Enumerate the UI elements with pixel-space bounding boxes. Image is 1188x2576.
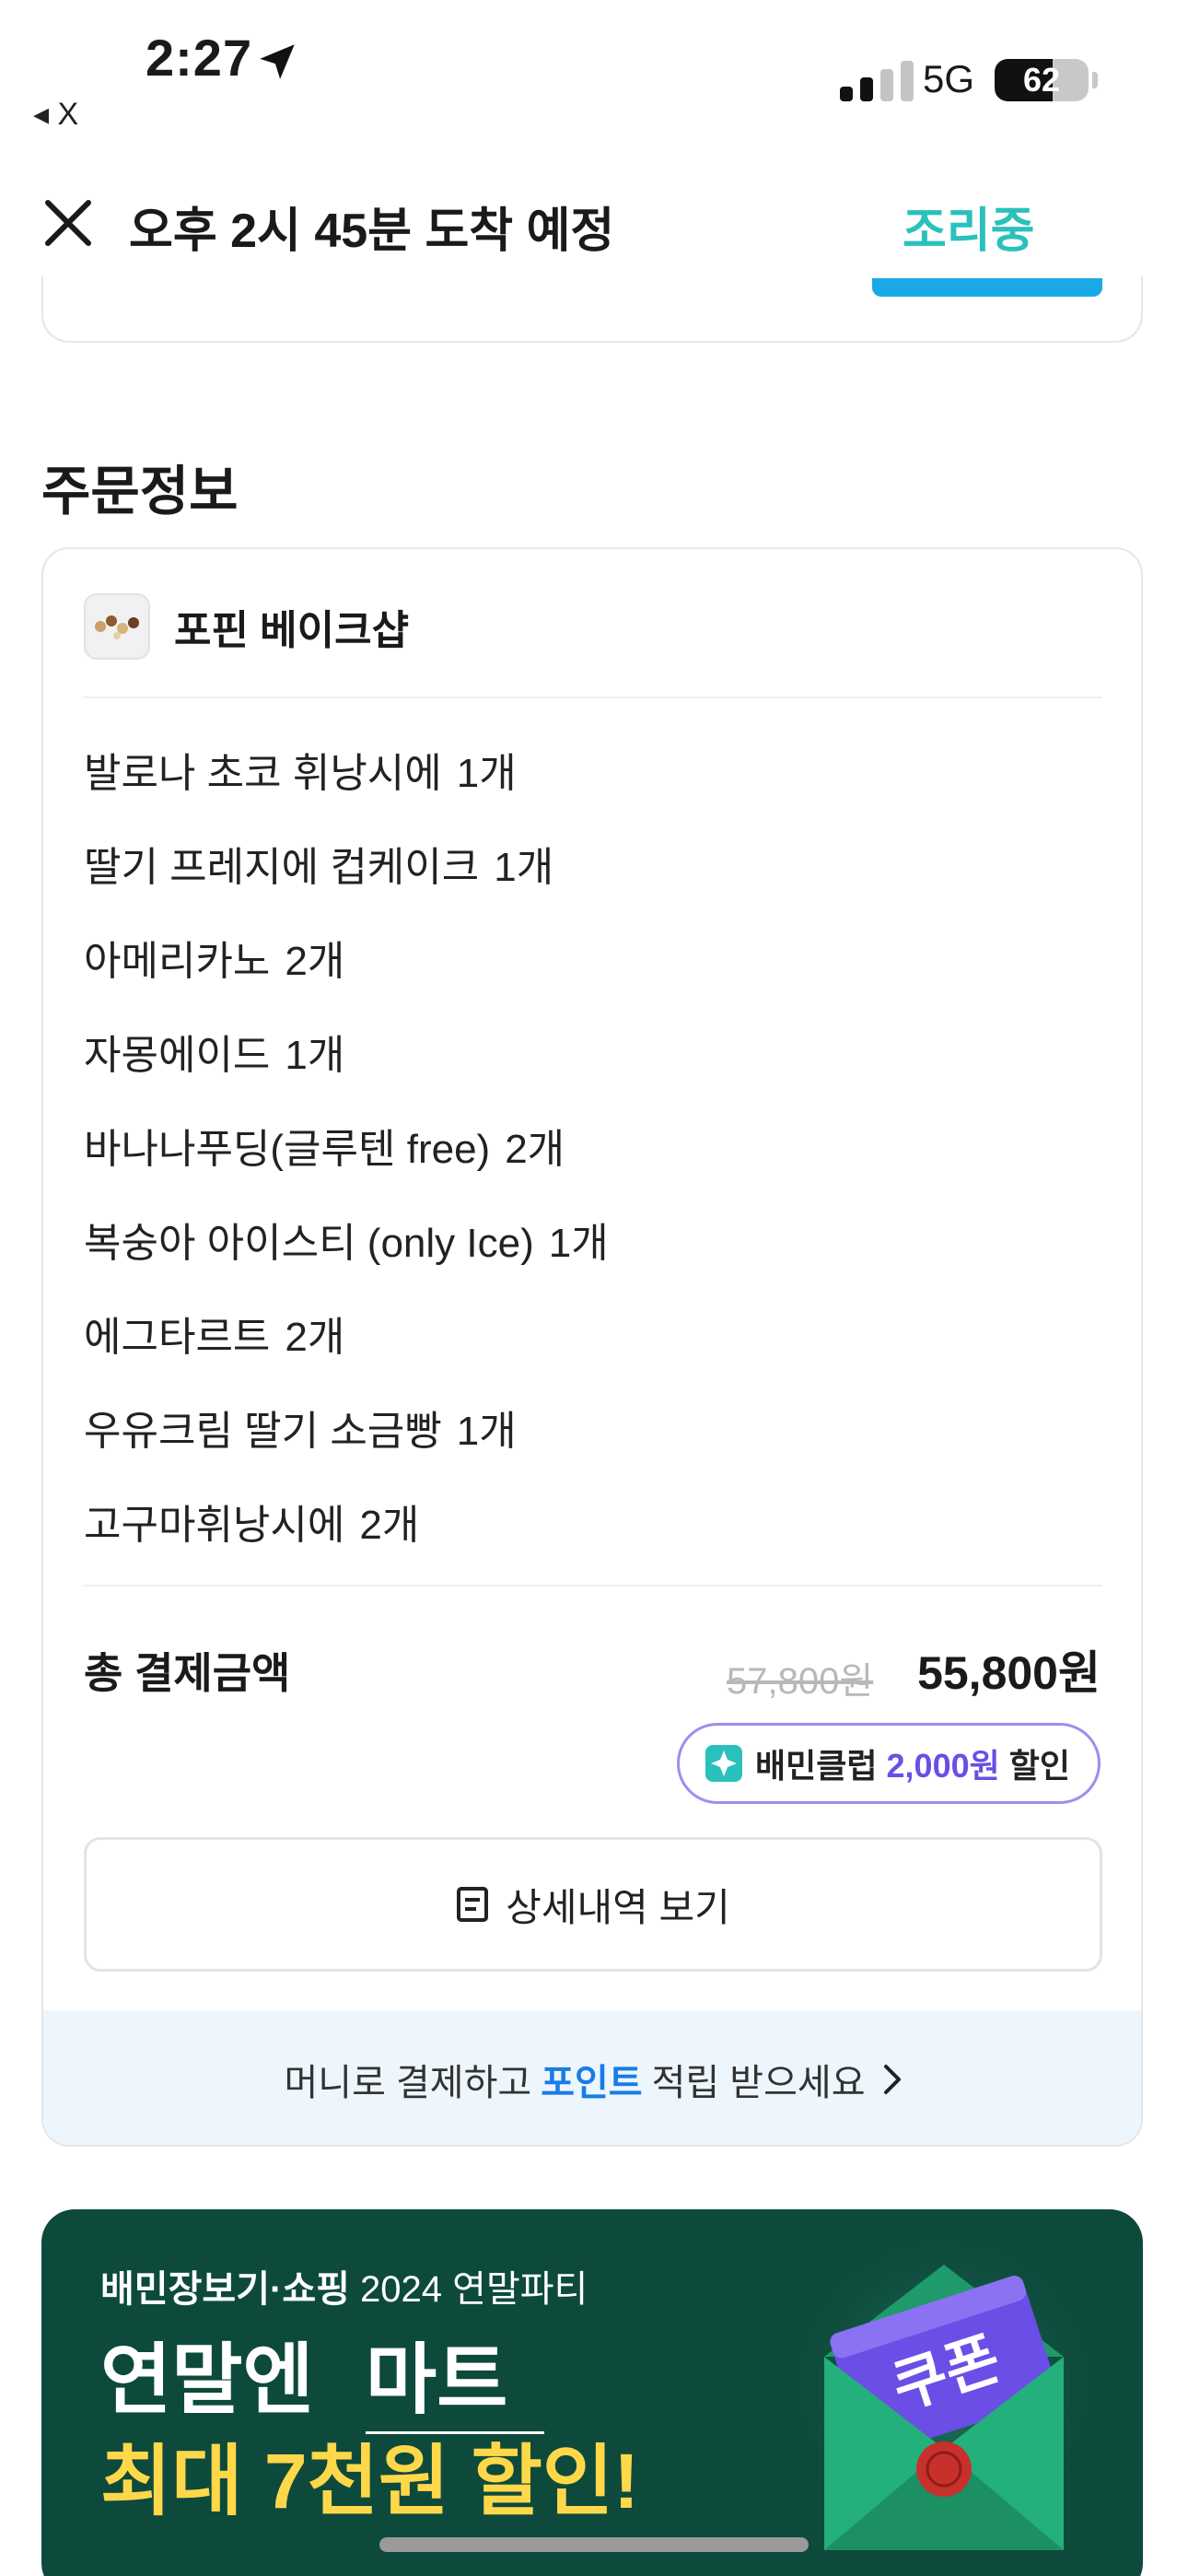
club-badge-amount: 2,000원 — [886, 1747, 1000, 1785]
order-item-name: 복숭아 아이스티 (only Ice) — [84, 1221, 534, 1266]
order-item-qty: 1개 — [456, 1409, 517, 1454]
coupon-envelope-icon: 쿠폰 — [778, 2237, 1110, 2569]
close-icon[interactable] — [42, 197, 94, 249]
back-to-app-link[interactable]: ◂ X — [33, 96, 78, 133]
order-item: 에그타르트 2개 — [84, 1286, 609, 1380]
battery-level-text: 62 — [1022, 61, 1061, 99]
order-item-qty: 1개 — [548, 1221, 609, 1266]
baemin-club-discount-badge[interactable]: 배민클럽 2,000원 할인 — [677, 1723, 1101, 1804]
order-item-name: 바나나푸딩(글루텐 free) — [84, 1127, 491, 1172]
order-items-list: 발로나 초코 휘낭시에 1개 딸기 프레지에 컵케이크 1개 아메리카노 2개 자몽에이드 1… — [84, 722, 609, 1568]
order-item-qty: 2개 — [359, 1503, 420, 1548]
status-bar: 2:27 ◂ X 5G 62 — [0, 0, 1188, 147]
promo-brand: 배민장보기·쇼핑 — [100, 2269, 350, 2310]
order-info-card: 포핀 베이크샵 발로나 초코 휘낭시에 1개 딸기 프레지에 컵케이크 1개 아메리카노… — [41, 547, 1143, 2147]
club-badge-suffix: 할인 — [1008, 1747, 1070, 1785]
order-status-label: 조리중 — [903, 205, 1035, 258]
network-type: 5G — [923, 57, 975, 100]
order-item-qty: 2개 — [285, 939, 345, 984]
location-arrow-icon — [260, 44, 295, 79]
order-item-qty: 1개 — [494, 845, 554, 890]
promo-banner[interactable]: 배민장보기·쇼핑 2024 연말파티 연말엔 마트 최대 7천원 할인! 쿠폰 — [41, 2209, 1143, 2576]
order-item: 아메리카노 2개 — [84, 910, 609, 1004]
order-item: 고구마휘낭시에 2개 — [84, 1474, 609, 1568]
arrival-eta-title: 오후 2시 45분 도착 예정 — [129, 205, 615, 258]
order-item: 우유크림 딸기 소금빵 1개 — [84, 1380, 609, 1474]
total-payment-label: 총 결제금액 — [84, 1649, 291, 1697]
order-item-name: 딸기 프레지에 컵케이크 — [84, 845, 480, 890]
order-item-name: 발로나 초코 휘낭시에 — [84, 751, 442, 796]
view-details-label: 상세내역 보기 — [506, 1885, 730, 1929]
promo-headline-1a: 연말엔 — [100, 2336, 314, 2423]
promo-headline-2: 최대 7천원 할인! — [100, 2438, 640, 2524]
order-item-name: 자몽에이드 — [84, 1033, 271, 1078]
order-item-qty: 1개 — [456, 751, 517, 796]
divider — [84, 1585, 1102, 1587]
store-name: 포핀 베이크샵 — [174, 608, 410, 653]
receipt-list-icon — [457, 1887, 489, 1922]
order-item-qty: 2개 — [505, 1127, 565, 1172]
final-price: 55,800원 — [917, 1647, 1101, 1699]
order-item-qty: 2개 — [285, 1315, 345, 1360]
store-row[interactable]: 포핀 베이크샵 — [84, 590, 409, 663]
pastry-logo-icon — [95, 615, 139, 639]
order-item: 발로나 초코 휘낭시에 1개 — [84, 722, 609, 816]
order-item-qty: 1개 — [285, 1033, 345, 1078]
view-details-button[interactable]: 상세내역 보기 — [84, 1837, 1102, 1972]
order-item: 자몽에이드 1개 — [84, 1004, 609, 1098]
section-title-order-info: 주문정보 — [41, 462, 239, 521]
battery-nub — [1092, 72, 1098, 88]
money-banner-text-end: 적립 받으세요 — [651, 2063, 866, 2103]
chevron-right-icon — [883, 2065, 901, 2094]
progress-bar-edge — [872, 278, 1102, 297]
promo-headline-1: 연말엔 마트 — [100, 2318, 545, 2434]
order-item: 딸기 프레지에 컵케이크 1개 — [84, 816, 609, 910]
divider — [84, 697, 1102, 698]
promo-headline-1b: 마트 — [365, 2318, 545, 2434]
order-header: 오후 2시 45분 도착 예정 조리중 — [0, 166, 1188, 276]
money-points-banner[interactable]: 머니로 결제하고 포인트 적립 받으세요 — [43, 2010, 1141, 2145]
order-item: 복숭아 아이스티 (only Ice) 1개 — [84, 1192, 609, 1286]
order-item-name: 아메리카노 — [84, 939, 271, 984]
promo-event: 2024 연말파티 — [360, 2269, 588, 2310]
battery-icon: 62 — [995, 59, 1089, 101]
cellular-signal-icon — [840, 61, 914, 101]
money-banner-point: 포인트 — [541, 2063, 643, 2103]
store-logo — [84, 593, 150, 660]
money-banner-text: 머니로 결제하고 — [284, 2063, 532, 2103]
club-badge-prefix: 배민클럽 — [755, 1747, 878, 1785]
order-item-name: 에그타르트 — [84, 1315, 271, 1360]
status-time: 2:27 — [146, 29, 253, 87]
baemin-club-icon — [705, 1745, 743, 1782]
promo-subtitle: 배민장보기·쇼핑 2024 연말파티 — [100, 2259, 588, 2313]
home-indicator[interactable] — [379, 2537, 809, 2552]
original-price: 57,800원 — [727, 1661, 874, 1702]
order-item: 바나나푸딩(글루텐 free) 2개 — [84, 1098, 609, 1192]
order-item-name: 고구마휘낭시에 — [84, 1503, 345, 1548]
order-item-name: 우유크림 딸기 소금빵 — [84, 1409, 442, 1454]
